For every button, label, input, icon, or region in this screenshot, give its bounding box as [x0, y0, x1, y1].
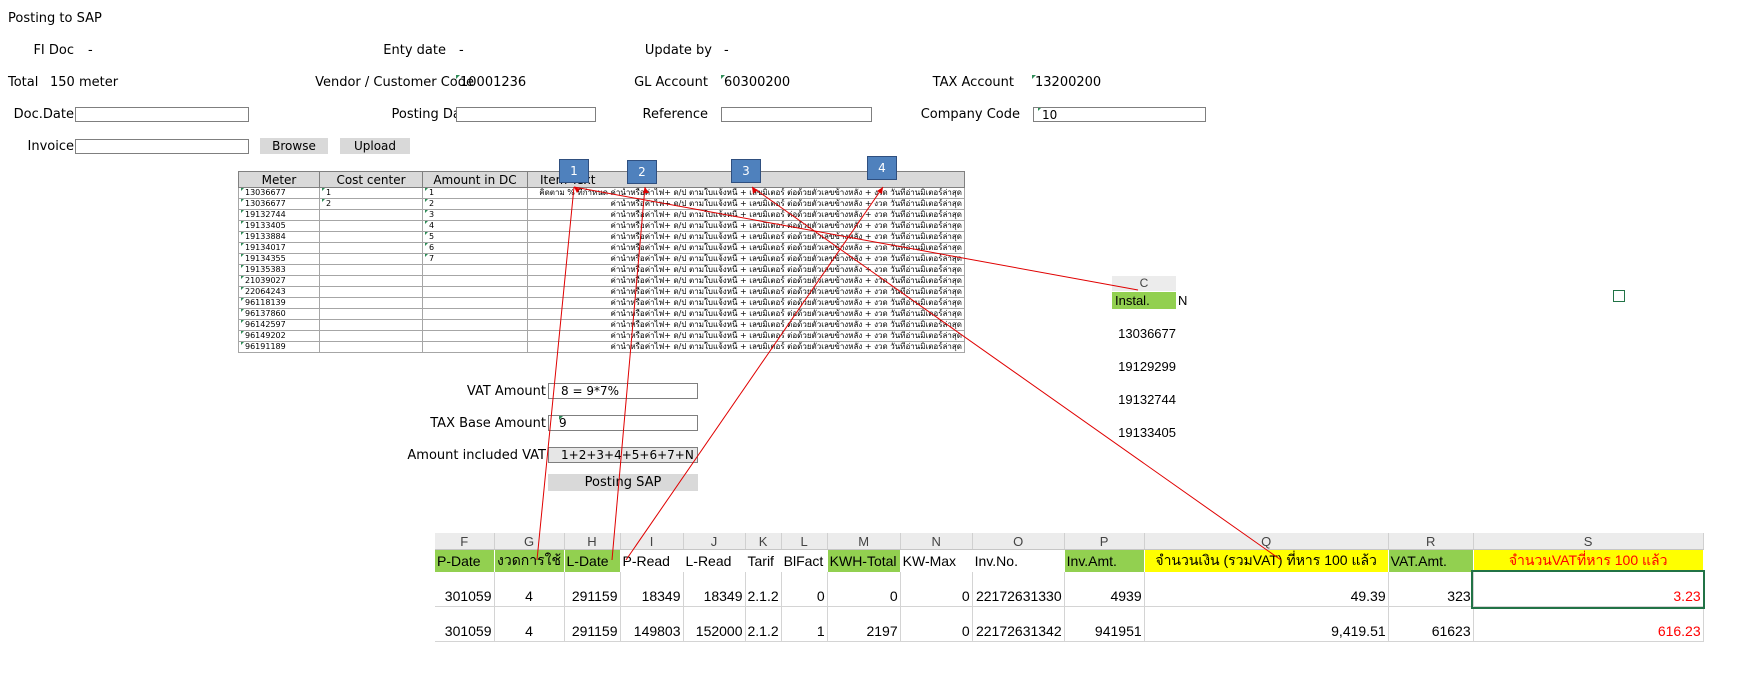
- arrow-line: [536, 186, 575, 561]
- arrow-head: [877, 187, 883, 194]
- arrow-line: [573, 186, 1139, 291]
- arrow-head: [752, 187, 758, 194]
- arrow-line: [611, 186, 646, 561]
- connector-lines: [536, 186, 1282, 561]
- arrow-head: [643, 187, 649, 193]
- arrow-line: [625, 186, 884, 561]
- arrow-line: [751, 186, 1282, 561]
